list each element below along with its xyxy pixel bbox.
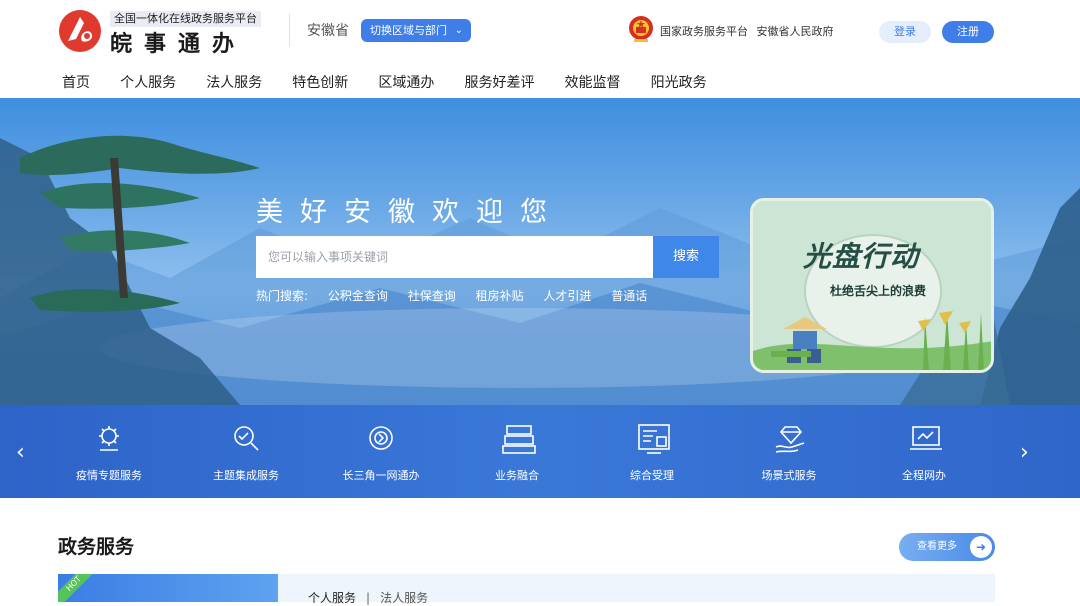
service-label: 综合受理 bbox=[630, 469, 674, 482]
service-label: 疫情专题服务 bbox=[76, 469, 142, 482]
nav-item-transparency[interactable]: 阳光政务 bbox=[651, 72, 707, 92]
stack-icon bbox=[502, 425, 536, 454]
service-label: 全程网办 bbox=[902, 469, 946, 482]
service-tabs: 个人服务 | 法人服务 bbox=[308, 589, 428, 606]
logo-name[interactable]: 皖事通办 bbox=[110, 26, 246, 58]
globe-icon bbox=[369, 426, 393, 450]
service-label: 主题集成服务 bbox=[213, 469, 279, 482]
service-carousel: ‹ › 疫情专题服务 主题集成服务 长三角一网通办 业务融合 综合受理 场景式服… bbox=[0, 405, 1080, 498]
service-label: 业务融合 bbox=[495, 469, 539, 482]
hot-searches: 热门搜索: 公积金查询 社保查询 租房补贴 人才引进 普通话 bbox=[256, 287, 663, 304]
section-title: 政务服务 bbox=[58, 536, 135, 558]
link-anhui-government[interactable]: 安徽省人民政府 bbox=[757, 25, 834, 38]
form-icon bbox=[638, 424, 670, 454]
service-item-epidemic[interactable]: 疫情专题服务 bbox=[54, 405, 164, 498]
tab-personal-service[interactable]: 个人服务 bbox=[308, 591, 356, 605]
search-input[interactable] bbox=[256, 236, 653, 278]
nav-item-personal[interactable]: 个人服务 bbox=[120, 72, 176, 92]
nav-item-innovation[interactable]: 特色创新 bbox=[292, 72, 348, 92]
nav-item-regional[interactable]: 区域通办 bbox=[378, 72, 434, 92]
tab-separator: | bbox=[366, 591, 371, 605]
promo-subtitle: 杜绝舌尖上的浪费 bbox=[829, 284, 926, 298]
view-more-button[interactable]: 查看更多 ➜ bbox=[899, 533, 995, 561]
service-item-scenario[interactable]: 场景式服务 bbox=[734, 405, 844, 498]
carousel-prev-arrow[interactable]: ‹ bbox=[16, 440, 25, 465]
current-province: 安徽省 bbox=[307, 23, 349, 39]
hot-search-term[interactable]: 普通话 bbox=[611, 289, 647, 303]
nav-item-evaluation[interactable]: 服务好差评 bbox=[464, 72, 534, 92]
gov-links: 国家政务服务平台 安徽省人民政府 bbox=[660, 23, 839, 39]
service-item-yangtze-delta[interactable]: 长三角一网通办 bbox=[326, 405, 436, 498]
laptop-icon bbox=[910, 426, 942, 450]
hot-search-term[interactable]: 公积金查询 bbox=[328, 289, 388, 303]
hero-title: 美好安徽欢迎您 bbox=[256, 197, 564, 228]
search-button[interactable]: 搜索 bbox=[653, 236, 719, 278]
service-item-comprehensive[interactable]: 综合受理 bbox=[597, 405, 707, 498]
hot-search-term[interactable]: 租房补贴 bbox=[476, 289, 524, 303]
switch-region-button[interactable]: 切换区域与部门 ⌄ bbox=[361, 19, 471, 42]
magnifier-icon bbox=[234, 426, 259, 451]
chevron-down-icon: ⌄ bbox=[454, 25, 463, 36]
logo-subtitle: 全国一体化在线政务服务平台 bbox=[110, 11, 261, 27]
register-button[interactable]: 注册 bbox=[942, 21, 994, 43]
tab-legal-service[interactable]: 法人服务 bbox=[380, 591, 428, 605]
arrow-right-icon: ➜ bbox=[970, 536, 992, 558]
link-national-platform[interactable]: 国家政务服务平台 bbox=[660, 25, 748, 38]
service-label: 场景式服务 bbox=[761, 469, 817, 482]
nav-item-legal-person[interactable]: 法人服务 bbox=[206, 72, 262, 92]
hero-banner: 美好安徽欢迎您 搜索 热门搜索: 公积金查询 社保查询 租房补贴 人才引进 普通… bbox=[0, 98, 1080, 405]
service-label: 长三角一网通办 bbox=[342, 469, 420, 482]
logo-icon[interactable] bbox=[58, 9, 102, 53]
nav-item-home[interactable]: 首页 bbox=[62, 72, 90, 92]
top-header: 全国一体化在线政务服务平台 皖事通办 安徽省 切换区域与部门 ⌄ 国家政务服务平… bbox=[0, 0, 1080, 64]
national-emblem-icon bbox=[629, 16, 653, 42]
hot-search-term[interactable]: 社保查询 bbox=[408, 289, 456, 303]
featured-card[interactable]: HOT bbox=[58, 574, 278, 602]
search-box bbox=[256, 236, 653, 278]
promo-title: 光盘行动 bbox=[803, 240, 920, 273]
virus-icon bbox=[99, 426, 119, 451]
switch-region-label: 切换区域与部门 bbox=[370, 24, 447, 37]
header-divider bbox=[289, 13, 290, 47]
main-nav: 首页 个人服务 法人服务 特色创新 区域通办 服务好差评 效能监督 阳光政务 bbox=[62, 72, 732, 94]
login-button[interactable]: 登录 bbox=[879, 21, 931, 43]
hot-search-label: 热门搜索: bbox=[256, 289, 309, 303]
service-item-business-fusion[interactable]: 业务融合 bbox=[462, 405, 572, 498]
view-more-label: 查看更多 bbox=[917, 541, 957, 552]
carousel-next-arrow[interactable]: › bbox=[1020, 440, 1029, 465]
promo-card[interactable]: 光盘行动 杜绝舌尖上的浪费 bbox=[750, 198, 994, 373]
service-item-integrated[interactable]: 主题集成服务 bbox=[191, 405, 301, 498]
service-item-online[interactable]: 全程网办 bbox=[869, 405, 979, 498]
diamond-hand-icon bbox=[775, 426, 805, 453]
nav-item-supervision[interactable]: 效能监督 bbox=[565, 72, 621, 92]
hot-search-term[interactable]: 人才引进 bbox=[543, 289, 591, 303]
hot-badge: HOT bbox=[58, 574, 100, 602]
